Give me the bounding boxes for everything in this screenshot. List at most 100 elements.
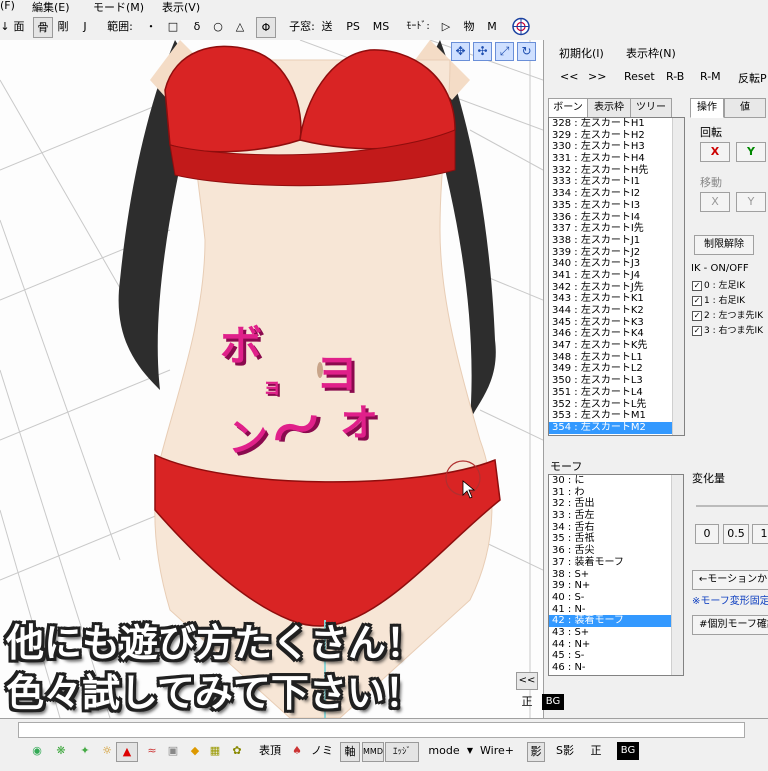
sparkle-icon[interactable]: ✦ bbox=[78, 742, 92, 760]
bone-list-item[interactable]: 332 : 左スカートH先 bbox=[549, 165, 684, 177]
move-y-button[interactable]: Y bbox=[736, 192, 766, 212]
change-amount-slider[interactable] bbox=[696, 505, 768, 507]
morph-list-item[interactable]: 37 : 装着モーフ bbox=[549, 557, 683, 569]
morph-list[interactable]: 30 : に 31 : わ 32 : 舌出 33 : 舌左 34 : 舌右 35 : 舌祇… bbox=[548, 474, 684, 676]
bone-button[interactable]: 骨 bbox=[33, 17, 53, 38]
bone-list-item[interactable]: 329 : 左スカートH2 bbox=[549, 130, 684, 142]
morph-list-item[interactable]: 46 : N- bbox=[549, 662, 683, 674]
bone-list-item[interactable]: 330 : 左スカートH3 bbox=[549, 141, 684, 153]
bone-list-item[interactable]: 328 : 左スカートH1 bbox=[549, 118, 684, 130]
value-05-button[interactable]: 0.5 bbox=[723, 524, 749, 544]
bone-list-item[interactable]: 344 : 左スカートK2 bbox=[549, 305, 684, 317]
morph-list-item[interactable]: 31 : わ bbox=[549, 487, 683, 499]
triangle-warning-icon[interactable]: ▲ bbox=[116, 742, 138, 762]
bg-button-2[interactable]: BG bbox=[542, 694, 564, 710]
morph-list-item[interactable]: 35 : 舌祇 bbox=[549, 533, 683, 545]
pan-view-icon[interactable]: ✣ bbox=[473, 42, 492, 61]
bone-list-item[interactable]: 342 : 左スカートJ先 bbox=[549, 282, 684, 294]
shadow-button[interactable]: 影 bbox=[527, 742, 545, 762]
joint-button[interactable]: J bbox=[80, 17, 90, 36]
range-circle-button[interactable]: ○ bbox=[211, 17, 225, 36]
ps-button[interactable]: PS bbox=[344, 17, 362, 36]
sei-button-2[interactable]: 正 bbox=[518, 694, 536, 710]
mode-dropdown[interactable]: mode bbox=[426, 742, 462, 760]
wave-icon[interactable]: ≈ bbox=[145, 742, 159, 760]
rotate-y-button[interactable]: Y bbox=[736, 142, 766, 162]
reset-button[interactable]: Reset bbox=[624, 70, 655, 83]
sun-icon[interactable]: ☼ bbox=[100, 742, 114, 760]
3d-viewport[interactable]: ✥ ✣ ⤢ ↻ ボ ョ ヨ 〜 ン オ 他にも遊び方たくさん！ 色々試してみて下… bbox=[0, 40, 543, 718]
ik-item[interactable]: ✓ 2 : 左つま先IK bbox=[692, 308, 768, 323]
bone-list-item[interactable]: 343 : 左スカートK1 bbox=[549, 293, 684, 305]
leaf-icon[interactable]: ❋ bbox=[54, 742, 68, 760]
send-button[interactable]: 送 bbox=[320, 17, 334, 36]
sei-button[interactable]: 正 bbox=[588, 742, 604, 760]
bone-list-item[interactable]: 338 : 左スカートJ1 bbox=[549, 235, 684, 247]
rb-button[interactable]: R-B bbox=[666, 70, 684, 83]
bone-list-item[interactable]: 354 : 左スカートM2 bbox=[549, 421, 684, 434]
tab-operation[interactable]: 操作 bbox=[690, 98, 724, 118]
morph-list-item[interactable]: 38 : S+ bbox=[549, 569, 683, 581]
flip-button[interactable]: 反転P bbox=[738, 70, 767, 86]
bone-list-item[interactable]: 350 : 左スカートL3 bbox=[549, 375, 684, 387]
bone-list[interactable]: 328 : 左スカートH1 329 : 左スカートH2 330 : 左スカートH3 3… bbox=[548, 117, 685, 436]
bg-button[interactable]: BG bbox=[617, 742, 639, 760]
bone-list-item[interactable]: 348 : 左スカートL1 bbox=[549, 352, 684, 364]
globe-icon[interactable] bbox=[510, 17, 532, 36]
rotate-view-icon[interactable]: ↻ bbox=[517, 42, 536, 61]
bone-list-item[interactable]: 349 : 左スカートL2 bbox=[549, 363, 684, 375]
chevron-down-icon[interactable]: ▼ bbox=[466, 742, 474, 760]
menu-view[interactable]: 表示(V) bbox=[162, 0, 200, 15]
timeline-strip[interactable] bbox=[18, 722, 745, 738]
face-button[interactable]: 面 bbox=[12, 17, 26, 36]
tag-icon[interactable]: ◆ bbox=[188, 742, 202, 760]
rm-button[interactable]: R-M bbox=[700, 70, 721, 83]
flower-icon[interactable]: ✿ bbox=[230, 742, 244, 760]
bone-list-item[interactable]: 331 : 左スカートH4 bbox=[549, 153, 684, 165]
move-view-icon[interactable]: ✥ bbox=[451, 42, 470, 61]
rotate-x-button[interactable]: X bbox=[700, 142, 730, 162]
zoom-view-icon[interactable]: ⤢ bbox=[495, 42, 514, 61]
range-triangle-button[interactable]: △ bbox=[233, 17, 247, 36]
menu-model[interactable]: モード(M) bbox=[93, 0, 144, 15]
menu-edit[interactable]: 編集(E) bbox=[32, 0, 70, 15]
morph-list-item[interactable]: 44 : N+ bbox=[549, 639, 683, 651]
morph-list-item[interactable]: 39 : N+ bbox=[549, 580, 683, 592]
prev-frame-button[interactable]: << bbox=[560, 70, 578, 83]
morph-list-item[interactable]: 40 : S- bbox=[549, 592, 683, 604]
display-frame-menu[interactable]: 表示枠(N) bbox=[626, 45, 676, 61]
limit-release-button[interactable]: 制限解除 bbox=[694, 235, 754, 255]
bone-list-item[interactable]: 353 : 左スカートM1 bbox=[549, 410, 684, 422]
from-motion-button[interactable]: ←モーションから bbox=[692, 570, 768, 590]
self-shadow-button[interactable]: S影 bbox=[552, 742, 578, 760]
cube-icon[interactable]: ▣ bbox=[166, 742, 180, 760]
morph-list-item[interactable]: 34 : 舌右 bbox=[549, 522, 683, 534]
bone-list-item[interactable]: 352 : 左スカートL先 bbox=[549, 399, 684, 411]
morph-list-item[interactable]: 30 : に bbox=[549, 475, 683, 487]
bone-list-item[interactable]: 333 : 左スカートI1 bbox=[549, 176, 684, 188]
next-frame-button[interactable]: >> bbox=[588, 70, 606, 83]
bone-list-item[interactable]: 347 : 左スカートK先 bbox=[549, 340, 684, 352]
value-0-button[interactable]: 0 bbox=[695, 524, 719, 544]
ik-item[interactable]: ✓ 0 : 左足IK bbox=[692, 278, 768, 293]
nomi-button[interactable]: ノミ bbox=[310, 742, 334, 760]
edge-button[interactable]: ｴｯｼﾞ bbox=[385, 742, 419, 762]
tab-tree[interactable]: ツリー bbox=[630, 98, 672, 118]
init-menu[interactable]: 初期化(I) bbox=[559, 45, 604, 61]
bone-list-item[interactable]: 341 : 左スカートJ4 bbox=[549, 270, 684, 282]
bone-list-item[interactable]: 345 : 左スカートK3 bbox=[549, 317, 684, 329]
range-square-button[interactable]: □ bbox=[167, 17, 179, 36]
morph-list-item[interactable]: 33 : 舌左 bbox=[549, 510, 683, 522]
bone-list-item[interactable]: 336 : 左スカートI4 bbox=[549, 212, 684, 224]
hyouchou-button[interactable]: 表頂 bbox=[256, 742, 284, 760]
range-delta-button[interactable]: δ bbox=[191, 17, 203, 36]
morph-list-item[interactable]: 42 : 装着モーフ bbox=[549, 615, 683, 627]
radio-icon[interactable]: ◉ bbox=[30, 742, 44, 760]
m-button[interactable]: M bbox=[486, 17, 498, 36]
axis-button[interactable]: 軸 bbox=[340, 742, 360, 762]
morph-confirm-button[interactable]: #個別モーフ確認 bbox=[692, 615, 768, 635]
bone-list-item[interactable]: 346 : 左スカートK4 bbox=[549, 328, 684, 340]
physics-button[interactable]: 物 bbox=[462, 17, 476, 36]
collapse-button[interactable]: << bbox=[516, 672, 538, 690]
ik-item[interactable]: ✓ 3 : 右つま先IK bbox=[692, 323, 768, 338]
